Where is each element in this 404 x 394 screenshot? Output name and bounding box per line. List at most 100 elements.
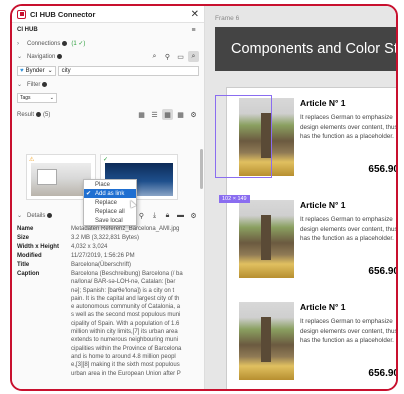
article-card[interactable]: Article N° 1 It replaces German to empha…: [239, 190, 398, 280]
info-icon: [62, 41, 68, 46]
dimension-badge: 102 × 149: [219, 195, 250, 203]
grid-large-icon[interactable]: ▦: [162, 109, 173, 120]
meta-key: Modified: [17, 253, 42, 259]
ci-hub-panel: CI HUB Connector ✕ CI HUB ≡ › Connection…: [12, 6, 205, 389]
connections-label: Connections: [27, 40, 61, 47]
meta-value: 11/27/2019, 1:56:26 PM: [71, 253, 135, 259]
meta-row-dimensions: Width x Height 4,032 x 3,024: [17, 243, 198, 252]
details-label: Details: [27, 212, 46, 219]
article-description: It replaces German to emphasize design e…: [300, 216, 398, 242]
article-image[interactable]: [239, 302, 294, 380]
article-title: Article N° 1: [300, 98, 346, 108]
filter-section[interactable]: ⌄ Filter: [12, 78, 204, 91]
result-label: Result: [17, 111, 35, 118]
canvas-header[interactable]: Components and Color Styl: [215, 27, 396, 71]
design-canvas[interactable]: Frame 6 Components and Color Styl Articl…: [205, 6, 396, 389]
article-price: 656.90: [368, 266, 398, 277]
frame-label[interactable]: Frame 6: [215, 15, 239, 22]
info-icon: [57, 54, 63, 59]
lock-icon[interactable]: 🔒︎: [162, 210, 173, 221]
connections-section[interactable]: › Connections (1 ✓): [12, 37, 204, 50]
meta-row-size: Size 3.2 MB (3,322,831 Bytes): [17, 234, 198, 243]
search-icon[interactable]: ⌕: [149, 51, 160, 62]
article-title: Article N° 1: [300, 200, 346, 210]
meta-value: Barcelona(Überschrift): [71, 262, 132, 268]
meta-value: 4,032 x 3,024: [71, 244, 108, 250]
navigation-label: Navigation: [27, 53, 56, 60]
meta-row-modified: Modified 11/27/2019, 1:56:26 PM: [17, 252, 198, 261]
meta-row-title: Title Barcelona(Überschrift): [17, 261, 198, 270]
connections-count: (1 ✓): [71, 41, 86, 47]
article-price: 656.90: [368, 164, 398, 175]
menu-icon[interactable]: ≡: [188, 25, 199, 36]
panel-titlebar: CI HUB Connector ✕: [12, 6, 204, 23]
article-card[interactable]: Article N° 1 It replaces German to empha…: [239, 292, 398, 382]
meta-key: Width x Height: [17, 244, 59, 250]
download-icon[interactable]: ⤓: [149, 210, 160, 221]
search-row: ♥ Bynder ⌄ city: [12, 63, 204, 78]
article-price: 656.90: [368, 368, 398, 379]
source-select-value: Bynder: [25, 67, 45, 74]
meta-value: Metadaten Referenz_Barcelona_AMI.jpg: [71, 226, 180, 232]
menu-item-add-as-link[interactable]: Add as link: [84, 189, 136, 198]
chevron-right-icon[interactable]: ›: [17, 41, 27, 47]
result-section: Result (5) ▦ ☰ ▦ ▦ ⚙: [12, 108, 204, 121]
menu-item-place[interactable]: Place: [84, 180, 136, 189]
selection-box[interactable]: [215, 95, 272, 178]
panel-subtitle: CI HUB: [17, 27, 38, 33]
settings-icon[interactable]: ⚙: [188, 109, 199, 120]
app-frame: CI HUB Connector ✕ CI HUB ≡ › Connection…: [10, 4, 398, 391]
details-metadata: Name Metadaten Referenz_Barcelona_AMI.jpg…: [17, 225, 198, 378]
panel-subheader: CI HUB ≡: [12, 23, 204, 37]
grid-small-icon[interactable]: ▦: [136, 109, 147, 120]
link-icon[interactable]: ⚲: [136, 210, 147, 221]
navigation-section[interactable]: ⌄ Navigation ⌕ ⚲ ▭ ⌕: [12, 50, 204, 63]
meta-key: Title: [17, 262, 30, 268]
list-icon[interactable]: ☰: [149, 109, 160, 120]
tags-select[interactable]: Tags ⌄: [17, 92, 57, 103]
menu-item-replace-all[interactable]: Replace all: [84, 207, 136, 216]
menu-item-save-local[interactable]: Save local: [84, 216, 136, 225]
tags-row: Tags ⌄: [12, 91, 204, 104]
caption-text: Barcelona (Beschreibung) Barcelona (/ ba…: [71, 271, 183, 377]
article-title: Article N° 1: [300, 302, 346, 312]
bynder-logo-icon: ♥: [20, 67, 24, 74]
meta-key: Name: [17, 226, 34, 232]
thumbnail-barcelona-room[interactable]: [31, 163, 91, 196]
header-text: Components and Color Styl: [231, 41, 396, 57]
meta-row-name: Name Metadaten Referenz_Barcelona_AMI.jpg: [17, 225, 198, 234]
delete-icon[interactable]: ▬: [175, 210, 186, 221]
panel-title: CI HUB Connector: [30, 9, 96, 19]
settings-icon[interactable]: ⚙: [188, 210, 199, 221]
meta-row-caption: Caption Barcelona (Beschreibung) Barcelon…: [17, 270, 198, 378]
search-input[interactable]: city: [57, 65, 199, 76]
chevron-down-icon[interactable]: ⌄: [17, 81, 27, 88]
search-input-value: city: [61, 67, 71, 74]
result-count: (5): [43, 111, 51, 118]
chevron-down-icon: ⌄: [49, 94, 54, 101]
link-icon[interactable]: ⚲: [162, 51, 173, 62]
filter-label: Filter: [27, 81, 41, 88]
meta-value: 3.2 MB (3,322,831 Bytes): [71, 235, 140, 241]
info-icon: [47, 213, 53, 218]
scrollbar[interactable]: [200, 149, 203, 189]
chevron-down-icon: ⌄: [47, 68, 53, 74]
tags-select-value: Tags: [20, 94, 31, 101]
search-mode-icon[interactable]: ⌕: [188, 51, 199, 62]
chevron-down-icon[interactable]: ⌄: [17, 53, 27, 60]
warning-icon: ⚠: [29, 157, 35, 163]
check-icon: ✓: [103, 157, 109, 163]
article-description: It replaces German to emphasize design e…: [300, 318, 398, 344]
source-select[interactable]: ♥ Bynder ⌄: [17, 65, 56, 76]
article-image[interactable]: [239, 200, 294, 278]
meta-key: Size: [17, 235, 30, 241]
close-icon[interactable]: ✕: [191, 9, 199, 20]
grid-xl-icon[interactable]: ▦: [175, 109, 186, 120]
folder-icon[interactable]: ▭: [175, 51, 186, 62]
info-icon: [42, 82, 48, 87]
article-description: It replaces German to emphasize design e…: [300, 114, 398, 140]
ci-hub-logo-icon: [17, 9, 26, 19]
chevron-down-icon[interactable]: ⌄: [17, 212, 27, 219]
meta-key: Caption: [17, 271, 40, 277]
info-icon: [36, 112, 42, 117]
